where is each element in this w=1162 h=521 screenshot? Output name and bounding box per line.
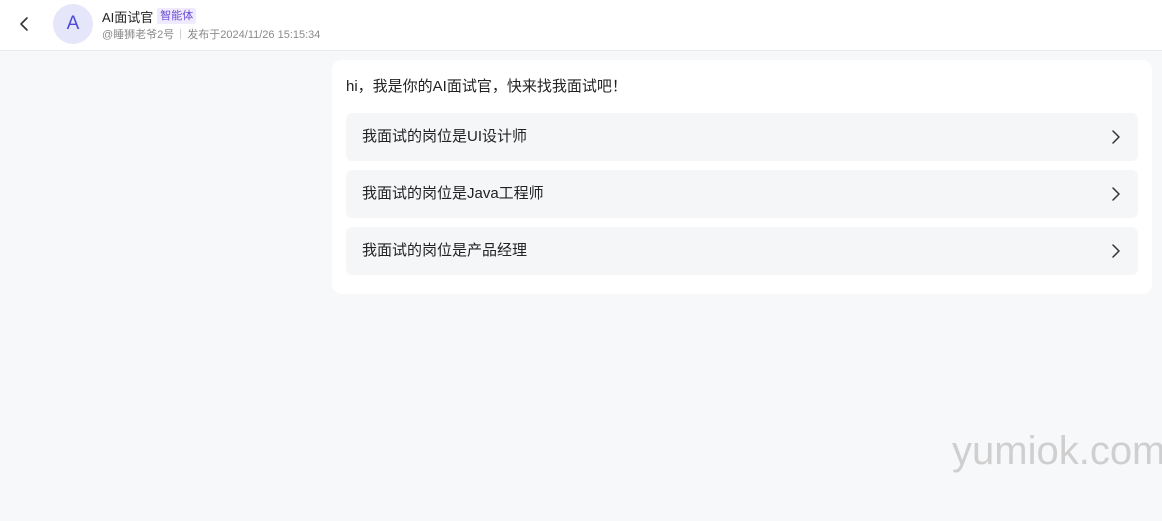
watermark-text: yumiok.com (952, 429, 1162, 473)
suggestion-option-label: 我面试的岗位是Java工程师 (362, 185, 544, 202)
avatar[interactable]: A (53, 4, 93, 44)
suggestion-option-ui-designer[interactable]: 我面试的岗位是UI设计师 (346, 113, 1138, 161)
publish-date: 发布于2024/11/26 15:15:34 (187, 29, 321, 41)
back-button[interactable] (12, 12, 36, 36)
suggestion-option-java-engineer[interactable]: 我面试的岗位是Java工程师 (346, 170, 1138, 218)
suggestion-option-product-manager[interactable]: 我面试的岗位是产品经理 (346, 227, 1138, 275)
header-bar: A AI面试官 智能体 @睡狮老爷2号 发布于2024/11/26 15:15:… (0, 0, 1162, 51)
chevron-right-icon (1112, 130, 1120, 144)
chevron-left-icon (20, 17, 28, 31)
page: A AI面试官 智能体 @睡狮老爷2号 发布于2024/11/26 15:15:… (0, 0, 1162, 521)
chevron-right-icon (1112, 187, 1120, 201)
agent-title-row: AI面试官 智能体 (102, 7, 197, 25)
agent-meta-row: @睡狮老爷2号 发布于2024/11/26 15:15:34 (102, 27, 320, 41)
meta-divider (180, 29, 182, 39)
welcome-message-card: hi，我是你的AI面试官，快来找我面试吧！ 我面试的岗位是UI设计师 我面试的岗… (332, 60, 1152, 294)
author-link[interactable]: @睡狮老爷2号 (102, 26, 174, 42)
greeting-text: hi，我是你的AI面试官，快来找我面试吧！ (346, 78, 627, 95)
suggestion-option-label: 我面试的岗位是UI设计师 (362, 128, 528, 145)
agent-name: AI面试官 (102, 9, 154, 25)
suggestion-option-label: 我面试的岗位是产品经理 (362, 242, 528, 259)
agent-badge: 智能体 (157, 8, 197, 24)
chevron-right-icon (1112, 244, 1120, 258)
